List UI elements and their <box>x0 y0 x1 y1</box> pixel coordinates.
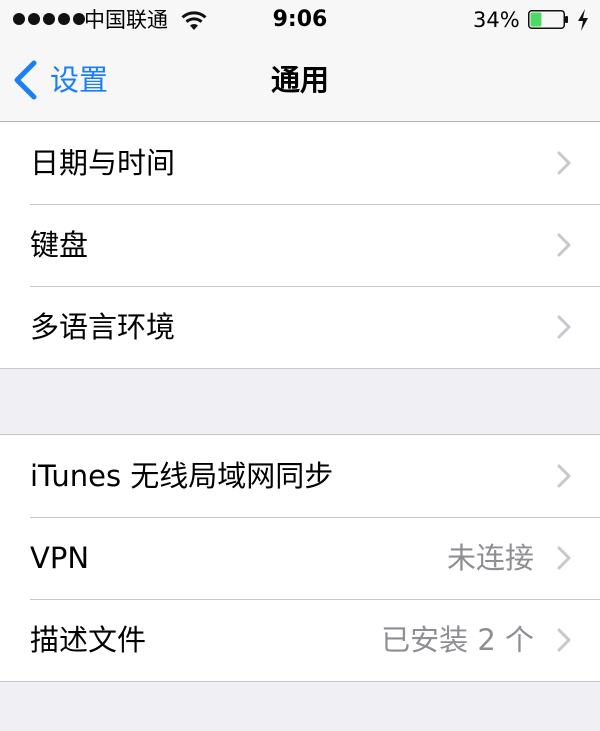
row-date-time[interactable]: 日期与时间 <box>0 122 600 204</box>
charging-bolt-icon <box>578 9 588 31</box>
row-international[interactable]: 多语言环境 <box>0 286 600 368</box>
row-itunes-wifi-sync[interactable]: iTunes 无线局域网同步 <box>0 435 600 517</box>
row-label: 键盘 <box>30 228 89 262</box>
row-profiles[interactable]: 描述文件 已安装 2 个 <box>0 599 600 681</box>
row-label: 日期与时间 <box>30 146 176 180</box>
settings-group-1: 日期与时间 键盘 多语言环境 <box>0 122 600 369</box>
page-title: 通用 <box>270 63 329 97</box>
chevron-right-icon <box>557 233 571 257</box>
chevron-right-icon <box>557 151 571 175</box>
vpn-status-value: 未连接 <box>446 541 534 575</box>
row-keyboard[interactable]: 键盘 <box>0 204 600 286</box>
settings-group-2: iTunes 无线局域网同步 VPN 未连接 描述文件 已安装 2 个 <box>0 434 600 682</box>
chevron-right-icon <box>557 628 571 652</box>
row-label: 多语言环境 <box>30 310 176 344</box>
status-bar: 中国联通 9:06 34% <box>0 0 600 40</box>
battery-percent: 34% <box>473 8 520 32</box>
row-label: 描述文件 <box>30 623 147 657</box>
chevron-right-icon <box>557 464 571 488</box>
chevron-right-icon <box>557 546 571 570</box>
battery-icon <box>528 10 568 29</box>
row-label: iTunes 无线局域网同步 <box>30 459 334 493</box>
chevron-right-icon <box>557 315 571 339</box>
profiles-count-value: 已安装 2 个 <box>381 623 534 657</box>
navigation-bar: 设置 通用 <box>0 40 600 122</box>
row-label: VPN <box>30 541 90 575</box>
row-vpn[interactable]: VPN 未连接 <box>0 517 600 599</box>
